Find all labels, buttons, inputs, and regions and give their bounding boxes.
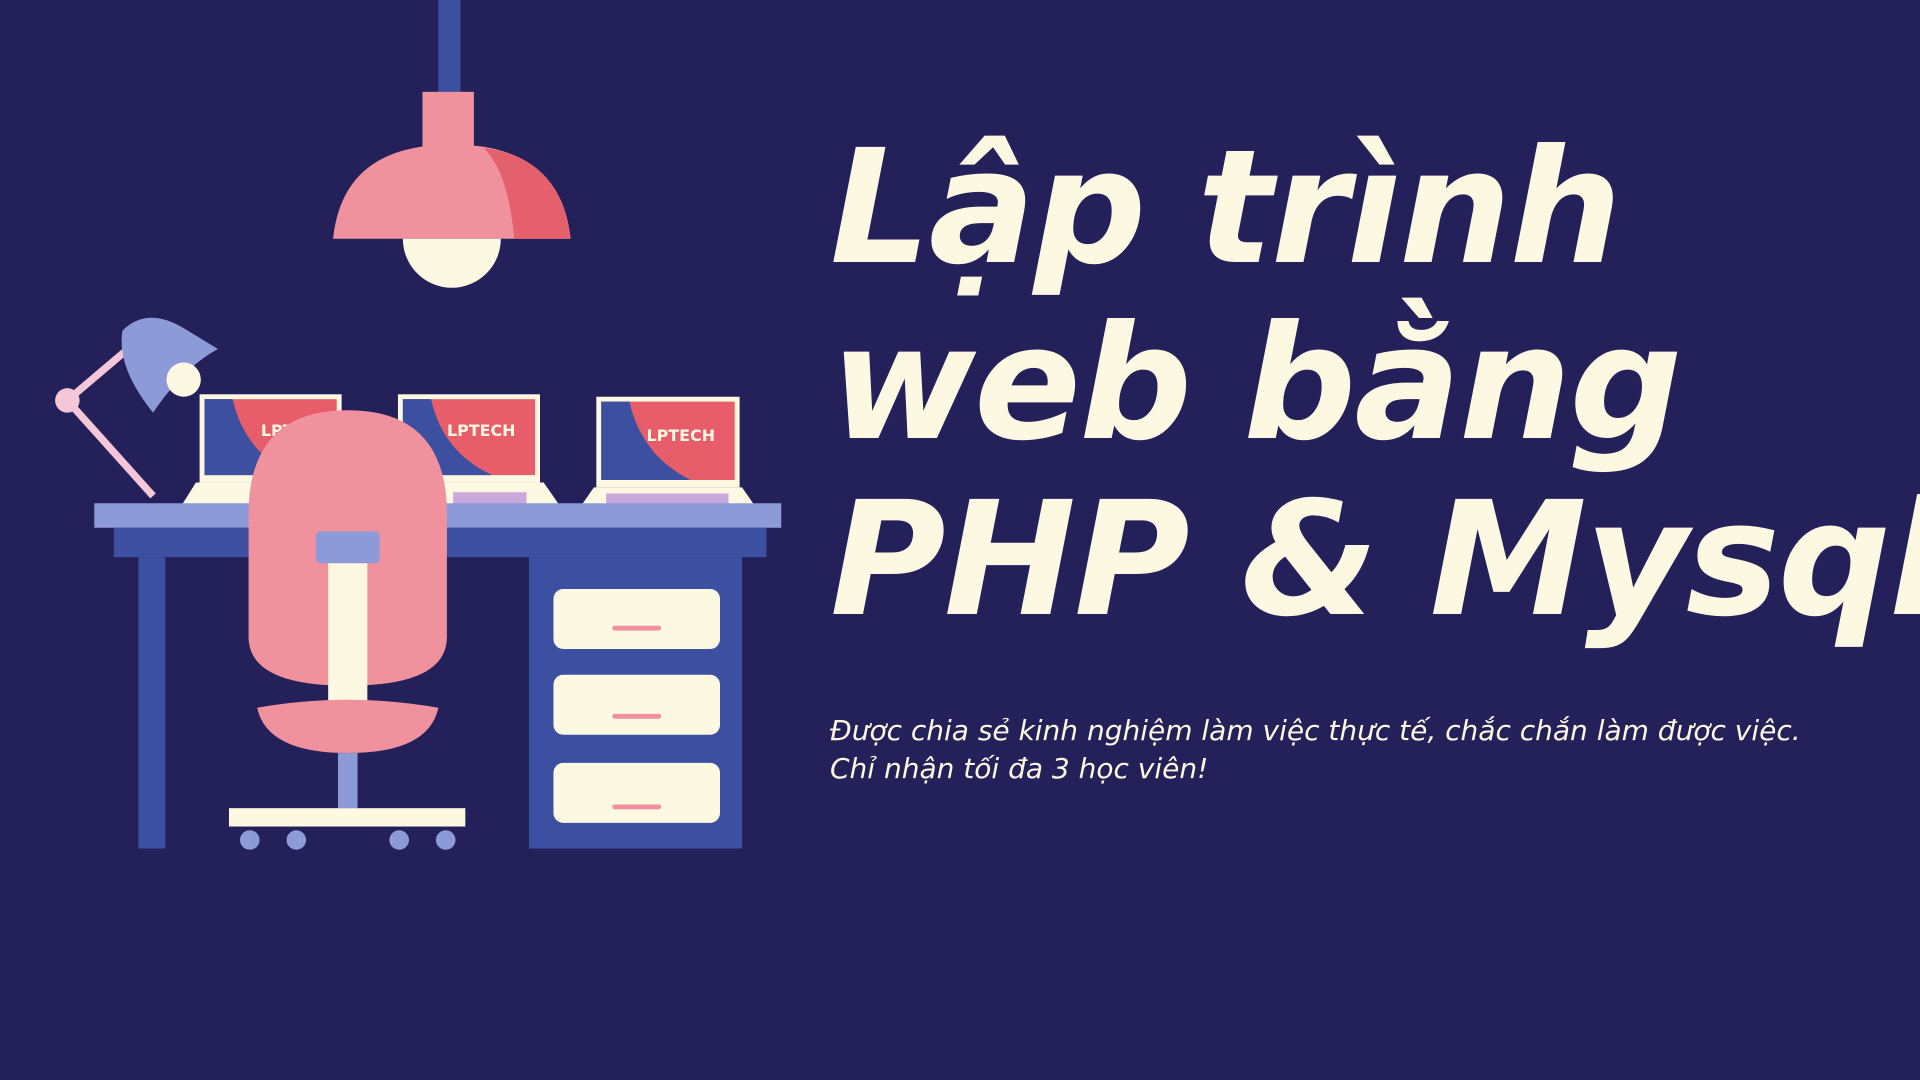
subtitle: Được chia sẻ kinh nghiệm làm việc thực t… bbox=[830, 712, 1801, 788]
laptop: LPTECH bbox=[571, 396, 765, 520]
title-line: PHP & Mysql bbox=[830, 468, 1920, 652]
subtitle-line: Được chia sẻ kinh nghiệm làm việc thực t… bbox=[830, 714, 1801, 747]
title-line: Lập trình bbox=[830, 116, 1622, 300]
laptop-logo: LPTECH bbox=[647, 426, 715, 445]
laptop-logo: LPTECH bbox=[447, 421, 516, 440]
subtitle-line: Chỉ nhận tối đa 3 học viên! bbox=[830, 752, 1209, 785]
office-chair bbox=[228, 410, 466, 850]
desk-lamp bbox=[55, 317, 218, 499]
page-title: Lập trình web bằng PHP & Mysql bbox=[830, 120, 1920, 648]
title-line: web bằng bbox=[830, 292, 1683, 476]
ceiling-lamp bbox=[333, 0, 571, 288]
